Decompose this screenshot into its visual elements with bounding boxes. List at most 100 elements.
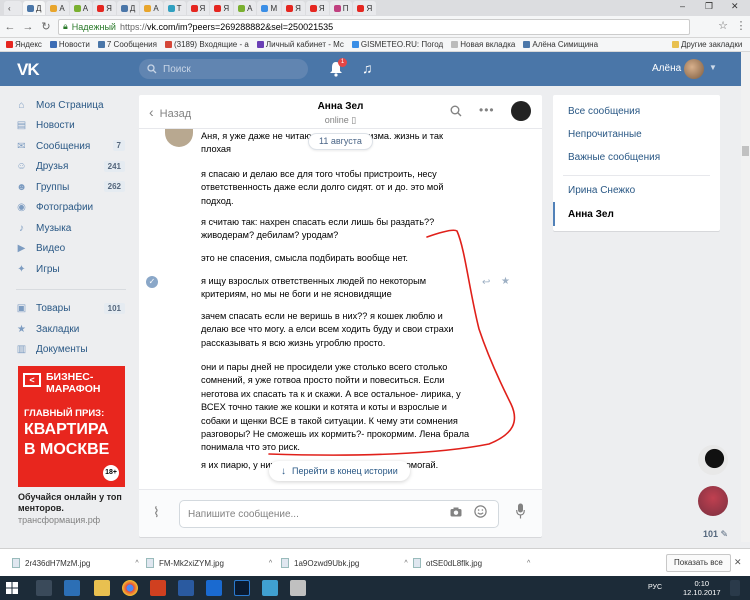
photoshop-icon[interactable]: [234, 580, 250, 596]
other-bookmarks[interactable]: Другие закладки: [672, 40, 742, 49]
music-icon[interactable]: ♫: [362, 60, 373, 76]
music-icon: ♪: [19, 222, 24, 234]
minimize-button[interactable]: –: [680, 1, 685, 11]
back-arrow-icon[interactable]: ←: [4, 21, 16, 33]
attach-icon[interactable]: ⌇: [153, 504, 160, 521]
reload-icon[interactable]: ↻: [40, 20, 52, 33]
menu-item-news[interactable]: ▤ Новости: [16, 116, 128, 137]
menu-item-photos[interactable]: ◉ Фотографии: [16, 198, 128, 219]
browser-tab[interactable]: М: [257, 1, 282, 15]
menu-item-video[interactable]: ▶ Видео: [16, 239, 128, 260]
jump-to-end-button[interactable]: ↓ Перейти в конец истории: [269, 461, 410, 481]
forward-arrow-icon[interactable]: →: [22, 21, 34, 33]
microphone-icon[interactable]: [516, 503, 525, 519]
language-indicator[interactable]: РУС: [648, 584, 662, 591]
bookmark-star-icon[interactable]: ☆: [717, 19, 729, 32]
ad-caption[interactable]: Обучайся онлайн у топ менторов.: [18, 492, 128, 514]
browser-menu-icon[interactable]: ⋮: [735, 19, 747, 32]
app-icon[interactable]: [178, 580, 194, 596]
browser-tab[interactable]: А: [46, 1, 69, 15]
menu-item-groups[interactable]: ☻ Группы 262: [16, 177, 128, 198]
filter-all-messages[interactable]: Все сообщения: [568, 106, 640, 117]
ad-site[interactable]: трансформация.рф: [18, 515, 100, 525]
browser-tab[interactable]: А: [234, 1, 257, 15]
menu-item-documents[interactable]: ▥ Документы: [16, 340, 128, 361]
chevron-up-icon[interactable]: ^: [135, 560, 138, 567]
browser-tab[interactable]: Я: [210, 1, 234, 15]
menu-item-friends[interactable]: ☺ Друзья 241: [16, 157, 128, 178]
menu-item-games[interactable]: ✦ Игры: [16, 259, 128, 280]
chevron-up-icon[interactable]: ^: [404, 560, 407, 567]
chrome-icon[interactable]: [122, 580, 138, 596]
system-clock[interactable]: 0:10 12.10.2017: [683, 579, 721, 597]
browser-tab[interactable]: Я: [282, 1, 305, 15]
show-all-downloads-button[interactable]: Показать все: [666, 554, 731, 572]
bookmark-new-tab[interactable]: Новая вкладка: [451, 40, 515, 49]
app-icon[interactable]: [262, 580, 278, 596]
browser-tab[interactable]: А: [140, 1, 163, 15]
browser-tab[interactable]: Я: [186, 1, 210, 15]
avatar[interactable]: [698, 486, 728, 516]
close-window-button[interactable]: ✕: [731, 1, 739, 12]
camera-icon[interactable]: [450, 507, 462, 517]
menu-item-goods[interactable]: ▣ Товары 101: [16, 299, 128, 320]
browser-tab[interactable]: А: [69, 1, 93, 15]
download-item[interactable]: 2r436dH7MzM.jpg ^: [12, 558, 139, 568]
bookmark-cabinet[interactable]: Личный кабинет - Мс: [256, 40, 344, 49]
windows-start-icon[interactable]: [6, 582, 18, 594]
menu-item-messages[interactable]: ✉ Сообщения 7: [16, 136, 128, 157]
filter-important[interactable]: Важные сообщения: [568, 152, 660, 163]
emoji-icon[interactable]: [474, 505, 487, 518]
explorer-icon[interactable]: [94, 580, 110, 596]
browser-tab[interactable]: П: [329, 1, 353, 15]
download-item[interactable]: FM-Mk2xiZYM.jpg ^: [146, 558, 272, 568]
url-field[interactable]: 🔒︎ Надежный https://vk.com/im?peers=2692…: [58, 18, 690, 35]
download-item[interactable]: 1a9Ozwd9Ubk.jpg ^: [281, 558, 408, 568]
notifications-icon[interactable]: [730, 580, 740, 596]
download-item[interactable]: otSE0dL8flk.jpg ^: [413, 558, 530, 568]
close-icon[interactable]: ✕: [734, 557, 742, 568]
bookmark-gismeteo[interactable]: GISMETEO.RU: Погод: [351, 40, 443, 49]
menu-label: Друзья: [36, 161, 69, 173]
maximize-button[interactable]: ❐: [705, 1, 713, 12]
ad-banner[interactable]: < БИЗНЕС- МАРАФОН ГЛАВНЫЙ ПРИЗ: КВАРТИРА…: [18, 366, 125, 487]
page-scrollbar[interactable]: [741, 52, 750, 542]
search-input[interactable]: Поиск: [139, 59, 308, 79]
browser-tab[interactable]: Д: [23, 1, 46, 15]
vk-logo[interactable]: VK: [17, 60, 40, 80]
browser-tab[interactable]: Т: [163, 1, 186, 15]
ad-line: МАРАФОН: [46, 383, 101, 395]
task-view-icon[interactable]: [64, 580, 80, 596]
search-icon[interactable]: [450, 105, 462, 117]
app-icon[interactable]: [150, 580, 166, 596]
filter-unread[interactable]: Непрочитанные: [568, 129, 642, 140]
bookmark-news[interactable]: Новости: [49, 40, 90, 49]
chevron-down-icon[interactable]: ▼: [709, 63, 717, 72]
app-icon[interactable]: [206, 580, 222, 596]
contact-irina[interactable]: Ирина Снежко: [568, 185, 635, 196]
avatar[interactable]: [511, 101, 531, 121]
user-name[interactable]: Алёна: [652, 63, 681, 74]
contact-anna[interactable]: Анна Зел: [568, 209, 614, 220]
chevron-up-icon[interactable]: ^: [269, 560, 272, 567]
avatar[interactable]: [698, 445, 728, 475]
menu-item-my-page[interactable]: ⌂ Моя Страница: [16, 95, 128, 116]
bookmark-inbox[interactable]: (3189) Входящие - а: [164, 40, 249, 49]
browser-tab[interactable]: Д: [116, 1, 140, 15]
menu-item-bookmarks[interactable]: ★ Закладки: [16, 319, 128, 340]
browser-tab[interactable]: Я: [305, 1, 329, 15]
bookmark-messages[interactable]: 7 Сообщения: [97, 40, 157, 49]
avatar[interactable]: [684, 59, 704, 79]
menu-item-music[interactable]: ♪ Музыка: [16, 218, 128, 239]
app-icon[interactable]: [290, 580, 306, 596]
pencil-icon[interactable]: ✎: [721, 529, 729, 539]
browser-tab[interactable]: Я: [93, 1, 116, 15]
browser-tab[interactable]: Я: [353, 1, 377, 15]
search-icon[interactable]: [36, 580, 52, 596]
tab-back-arrow[interactable]: ‹: [4, 1, 22, 15]
bookmark-yandex[interactable]: Яндекс: [6, 40, 42, 49]
chevron-up-icon[interactable]: ^: [527, 560, 530, 567]
bookmark-alena[interactable]: Алёна Симищина: [523, 40, 598, 49]
scrollbar-thumb[interactable]: [742, 146, 749, 156]
more-icon[interactable]: •••: [479, 103, 495, 117]
